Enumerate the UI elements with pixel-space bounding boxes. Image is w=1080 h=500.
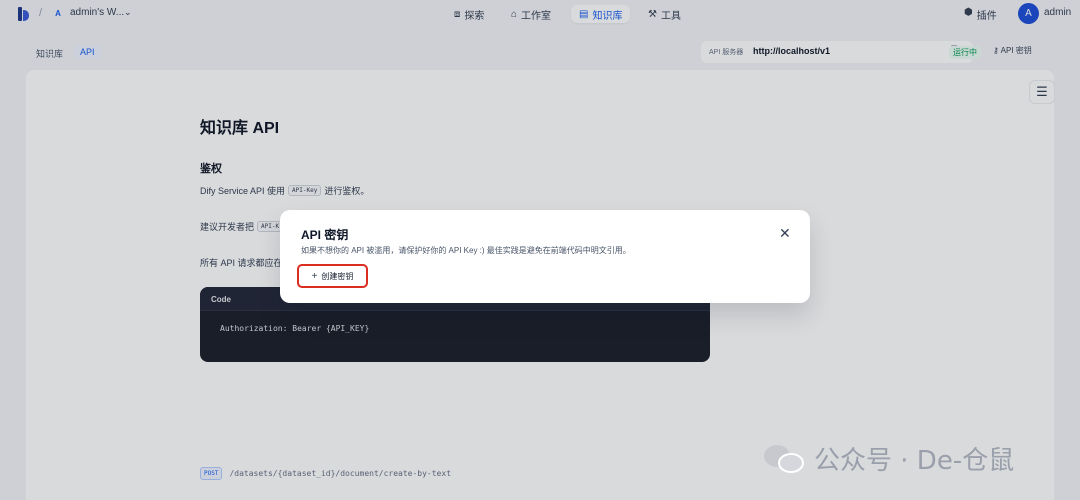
- watermark-text: 公众号 · De-仓鼠: [814, 446, 1015, 476]
- modal-description: 如果不想你的 API 被滥用，请保护好你的 API Key :) 最佳实践是避免…: [301, 246, 631, 255]
- close-icon[interactable]: ✕: [779, 225, 791, 242]
- create-key-label: 创建密钥: [321, 271, 354, 281]
- api-key-modal: API 密钥 如果不想你的 API 被滥用，请保护好你的 API Key :) …: [280, 210, 810, 303]
- wechat-watermark: 公众号 · De-仓鼠: [764, 440, 1014, 477]
- wechat-logo-icon: [764, 443, 804, 475]
- create-key-button[interactable]: + 创建密钥: [297, 264, 368, 288]
- modal-title: API 密钥: [301, 228, 349, 242]
- plus-icon: +: [311, 270, 318, 282]
